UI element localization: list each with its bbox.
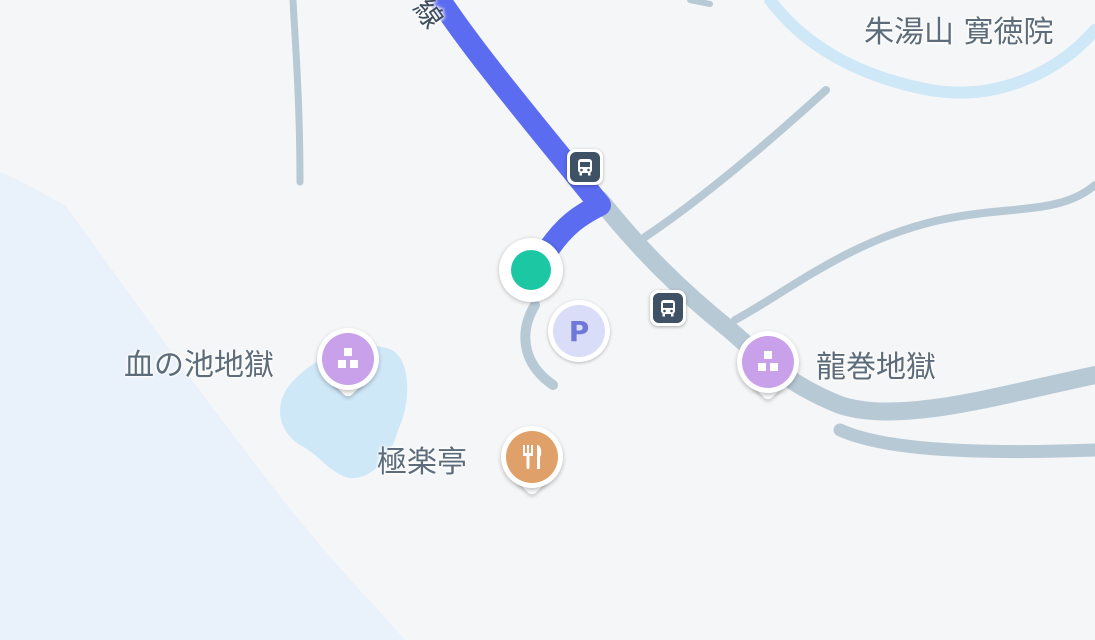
temple-label[interactable]: 朱湯山 寛徳院: [864, 18, 1054, 48]
parking-icon: P: [553, 305, 605, 357]
sightseeing-blocks-icon: [742, 336, 794, 388]
sightseeing-blocks-icon: [322, 333, 374, 385]
gokurakutei-pin[interactable]: [501, 426, 563, 497]
road-top-stub: [687, 0, 713, 7]
map-view[interactable]: 線 朱湯山 寛徳院 P 血の池地獄 龍巻地獄 極楽亭: [0, 0, 1095, 640]
chinoike-pin[interactable]: [317, 328, 379, 399]
chinoike-label[interactable]: 血の池地獄: [124, 351, 274, 381]
parking-marker[interactable]: P: [548, 300, 610, 362]
location-dot: [511, 250, 551, 290]
tatsumaki-label[interactable]: 龍巻地獄: [816, 353, 936, 383]
current-location-marker[interactable]: [499, 238, 563, 302]
bus-icon: [570, 152, 600, 182]
bus-stop-south[interactable]: [650, 290, 686, 326]
restaurant-fork-knife-icon: [506, 431, 558, 483]
map-base: [0, 0, 1095, 640]
tatsumaki-pin[interactable]: [737, 331, 799, 402]
bus-stop-north[interactable]: [567, 149, 603, 185]
bus-icon: [653, 293, 683, 323]
gokurakutei-label[interactable]: 極楽亭: [377, 448, 467, 478]
